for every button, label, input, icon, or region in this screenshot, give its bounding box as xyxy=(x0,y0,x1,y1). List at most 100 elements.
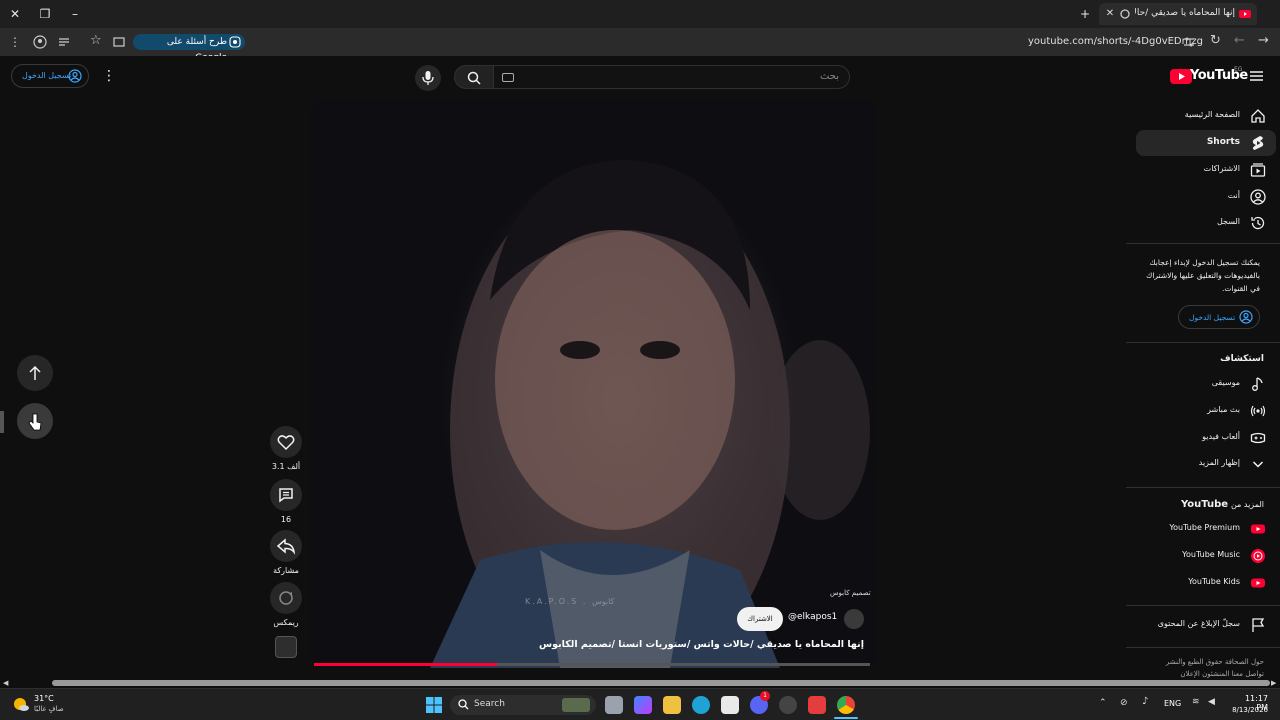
video-title[interactable]: إنها المحاماه يا صديقي /حالات واتس /ستور… xyxy=(539,639,864,650)
scrollbar-thumb[interactable] xyxy=(52,680,1270,686)
voice-search-button[interactable] xyxy=(415,65,441,91)
sign-in-button[interactable]: تسجيل الدخول xyxy=(11,64,89,88)
horizontal-scrollbar[interactable]: ◀ ▶ xyxy=(0,678,1280,688)
file-explorer-icon[interactable] xyxy=(663,696,681,714)
reading-list-icon[interactable] xyxy=(57,35,71,49)
like-count: 3.1 ألف xyxy=(271,462,301,471)
sidebar-item-label: موسيقى xyxy=(1211,378,1240,387)
history-icon xyxy=(1250,215,1266,231)
youtube-kids-icon xyxy=(1250,575,1266,591)
settings-menu-icon[interactable]: ⋮ xyxy=(102,68,116,84)
bookmark-star-icon[interactable]: ☆ xyxy=(90,34,104,48)
ask-google-button[interactable]: طرح أسئلة على Google xyxy=(133,34,245,63)
scroll-left-arrow-icon[interactable]: ◀ xyxy=(3,679,8,687)
discord-icon[interactable]: 1 xyxy=(750,691,770,714)
windows-start-icon[interactable] xyxy=(426,697,442,713)
like-button[interactable] xyxy=(270,426,302,458)
like-action[interactable]: 3.1 ألف xyxy=(270,426,302,471)
tab-audio-icon[interactable] xyxy=(1119,8,1131,20)
weather-desc[interactable]: صافٍ غالبًا xyxy=(34,705,64,713)
sidebar-item-label: سجلّ الإبلاغ عن المحتوى xyxy=(1157,619,1240,628)
store-icon[interactable] xyxy=(721,696,739,714)
share-button[interactable] xyxy=(270,530,302,562)
remix-button[interactable] xyxy=(270,582,302,614)
install-app-icon[interactable] xyxy=(112,35,126,49)
footer-links[interactable]: حول الصحافة حقوق الطبع والنشر xyxy=(1138,658,1264,666)
sidebar-item-music[interactable]: موسيقى xyxy=(1136,371,1276,397)
back-icon[interactable]: → xyxy=(1258,34,1272,48)
sidebar-item-subscriptions[interactable]: الاشتراكات xyxy=(1136,157,1276,183)
weather-icon[interactable] xyxy=(12,695,30,713)
chrome-icon[interactable] xyxy=(837,696,855,714)
sidebar-item-shorts[interactable]: Shorts xyxy=(1136,130,1276,156)
sidebar-item-history[interactable]: السجل xyxy=(1136,210,1276,236)
guide-menu-icon[interactable] xyxy=(1250,70,1263,82)
remix-action[interactable]: ريمكس xyxy=(270,582,302,627)
account-circle-icon xyxy=(1239,310,1253,324)
sidebar-item-youtube-kids[interactable]: YouTube Kids xyxy=(1136,570,1276,596)
search-input[interactable]: بحث xyxy=(494,65,850,89)
minimize-window-icon[interactable]: – xyxy=(67,6,83,22)
scroll-right-arrow-icon[interactable]: ▶ xyxy=(1271,679,1276,687)
sidebar-item-report-history[interactable]: سجلّ الإبلاغ عن المحتوى xyxy=(1136,612,1276,638)
sidebar-item-label: Shorts xyxy=(1206,137,1240,147)
share-action[interactable]: مشاركة xyxy=(270,530,302,575)
close-window-icon[interactable]: ✕ xyxy=(7,6,23,22)
sidebar-item-live[interactable]: بث مباشر xyxy=(1136,398,1276,424)
search-button[interactable] xyxy=(454,65,494,89)
sidebar-item-you[interactable]: أنت xyxy=(1136,184,1276,210)
search-highlight-image xyxy=(562,698,590,712)
footer-links-2[interactable]: تواصل معنا المنشئون الإعلان xyxy=(1138,670,1264,678)
keyboard-icon[interactable] xyxy=(502,73,514,82)
taskbar-search-box[interactable]: Search xyxy=(450,695,596,715)
site-settings-icon[interactable] xyxy=(1182,35,1196,49)
share-icon xyxy=(276,538,296,555)
app-red-icon[interactable] xyxy=(808,696,826,714)
url-text[interactable]: youtube.com/shorts/-4Dg0vEDmzg xyxy=(1028,36,1203,47)
remix-icon xyxy=(279,591,293,605)
sidebar-item-gaming[interactable]: ألعاب فيديو xyxy=(1136,425,1276,451)
sidebar-item-youtube-premium[interactable]: YouTube Premium xyxy=(1136,516,1276,542)
new-tab-icon[interactable]: + xyxy=(1077,6,1093,22)
close-tab-icon[interactable]: ✕ xyxy=(1103,7,1117,21)
search-placeholder: بحث xyxy=(819,71,839,82)
copilot-icon[interactable] xyxy=(634,696,652,714)
channel-handle[interactable]: @elkapos1 xyxy=(788,612,837,622)
subscribe-button[interactable]: الاشتراك xyxy=(737,607,783,631)
volume-icon[interactable]: ◀ xyxy=(1208,697,1215,707)
next-short-button[interactable] xyxy=(17,403,53,439)
sidebar-item-home[interactable]: الصفحة الرئيسية xyxy=(1136,103,1276,129)
forward-icon[interactable]: ← xyxy=(1234,34,1248,48)
browser-menu-icon[interactable]: ⋮ xyxy=(9,35,21,49)
language-indicator[interactable]: ENG xyxy=(1164,699,1181,708)
network-off-icon[interactable]: ⊘ xyxy=(1120,698,1128,708)
chevron-up-icon[interactable]: ⌃ xyxy=(1099,698,1107,708)
comment-button[interactable] xyxy=(270,479,302,511)
sidebar-item-youtube-music[interactable]: YouTube Music xyxy=(1136,543,1276,569)
guide-sidebar: الصفحة الرئيسية Shorts الاشتراكات أنت ال… xyxy=(1126,98,1280,678)
task-view-icon[interactable] xyxy=(605,696,623,714)
explore-heading: استكشاف xyxy=(1220,354,1264,364)
youtube-logo-icon[interactable] xyxy=(1170,69,1192,84)
sidebar-sign-in-button[interactable]: تسجيل الدخول xyxy=(1178,305,1260,329)
restore-window-icon[interactable]: ❐ xyxy=(37,6,53,22)
previous-short-button[interactable] xyxy=(17,355,53,391)
weather-temp[interactable]: 31°C xyxy=(34,694,54,703)
short-video-player[interactable]: K.A.P.O.S . كابوس تصميم كابوس الاشتراك @… xyxy=(310,100,876,668)
sidebar-item-label: بث مباشر xyxy=(1207,405,1240,414)
reload-icon[interactable]: ↻ xyxy=(1210,34,1224,48)
sidebar-show-more[interactable]: إظهار المزيد xyxy=(1136,451,1276,477)
microphone-icon xyxy=(422,71,434,85)
comment-action[interactable]: 16 xyxy=(270,479,302,524)
edge-browser-icon[interactable] xyxy=(692,696,710,714)
microphone-tray-icon[interactable]: ♪ xyxy=(1142,696,1148,707)
wifi-icon[interactable]: ≋ xyxy=(1192,697,1200,707)
sidebar-item-label: الاشتراكات xyxy=(1203,164,1240,173)
steam-icon[interactable] xyxy=(779,696,797,714)
video-progress-fill xyxy=(314,663,497,666)
channel-avatar[interactable] xyxy=(844,609,864,629)
sound-thumbnail[interactable] xyxy=(275,636,297,658)
profile-icon[interactable] xyxy=(33,35,47,49)
clock-date[interactable]: 8/13/2026 xyxy=(1226,706,1268,714)
browser-tab[interactable]: ✕ إنها المحاماه يا صديقي /حالات xyxy=(1099,3,1257,25)
